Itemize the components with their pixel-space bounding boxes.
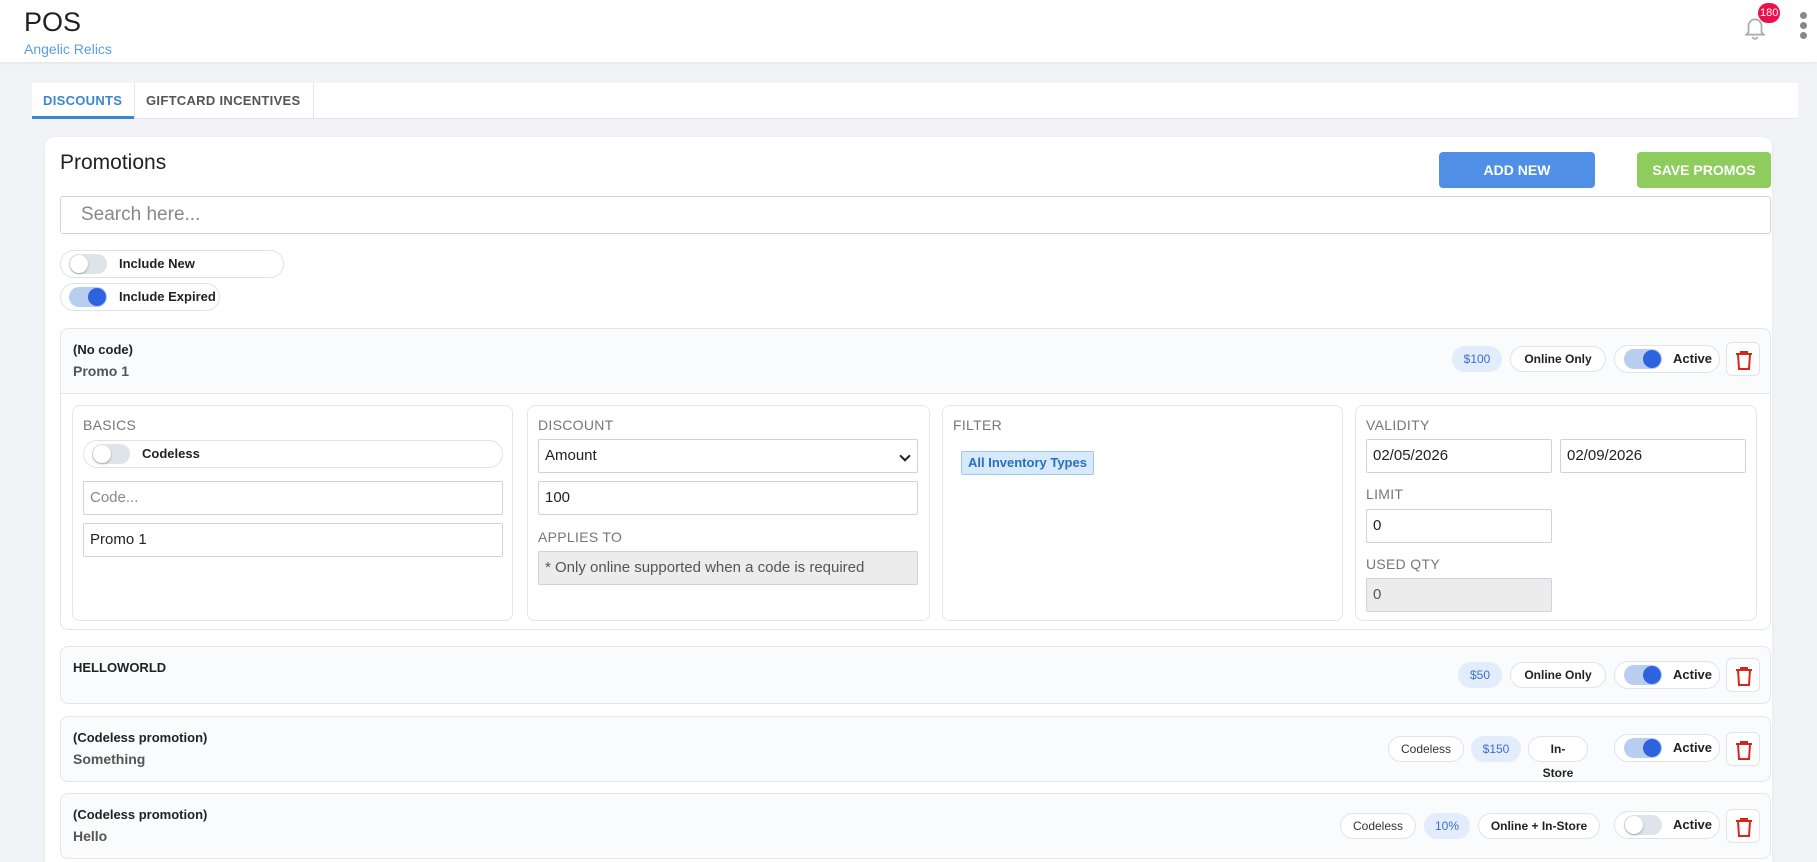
promotion-name: Promo 1 [73,363,130,379]
promotion-code: HELLOWORLD [73,660,167,675]
promotion-item[interactable]: (No code) Promo 1 $100 Online Only Activ… [60,328,1771,630]
add-new-promotion-button[interactable]: ADD NEW PROMOTION [1439,152,1595,214]
amount-badge: $100 [1452,346,1502,372]
amount-badge: 10% [1424,813,1470,839]
tab-bar: DISCOUNTS GIFTCARD INCENTIVES [32,83,1798,119]
promotion-item[interactable]: (Codeless promotion) Hello Codeless 10% … [60,793,1771,859]
discount-type-select[interactable]: Amount [538,439,918,473]
section-label: VALIDITY [1366,417,1430,433]
save-promos-button[interactable]: SAVE PROMOS [1637,152,1771,188]
channel-badge: Online + In-Store [1478,813,1600,839]
promotion-name-input[interactable]: Promo 1 [83,523,503,557]
toggle-label: Include Expired [119,289,216,304]
toggle-label: Codeless [142,446,200,461]
code-input[interactable]: Code... [83,481,503,515]
active-label: Active [1673,817,1713,832]
end-date-input[interactable]: 02/09/2026 [1560,439,1746,473]
channel-badge: In-Store [1528,736,1588,780]
promotion-item[interactable]: (Codeless promotion) Something Codeless … [60,716,1771,782]
active-label: Active [1673,740,1713,755]
amount-badge: $50 [1458,662,1502,688]
toggle-switch[interactable] [1624,738,1662,758]
promotion-code: (Codeless promotion) [73,730,208,745]
active-toggle[interactable]: Active [1614,345,1720,373]
codeless-badge: Codeless [1340,813,1416,839]
toggle-switch[interactable] [1624,815,1662,835]
discount-value-input[interactable]: 100 [538,481,918,515]
promotions-card: Promotions ADD NEW PROMOTION SAVE PROMOS… [45,137,1772,862]
top-bar: POS Angelic Relics 180 [0,0,1817,62]
active-toggle[interactable]: Active [1614,661,1720,689]
active-label: Active [1673,351,1713,366]
channel-badge: Online Only [1510,662,1606,688]
codeless-toggle[interactable]: Codeless [83,440,503,468]
promotion-code: (No code) [73,342,133,357]
delete-button[interactable] [1726,809,1760,843]
section-label: BASICS [83,417,137,433]
tab-giftcard-incentives[interactable]: GIFTCARD INCENTIVES [134,83,314,119]
include-expired-toggle[interactable]: Include Expired [60,283,220,311]
channel-badge: Online Only [1510,346,1606,372]
basics-section: BASICS Codeless Code... Promo 1 [72,405,513,621]
codeless-badge: Codeless [1388,736,1464,762]
toggle-switch[interactable] [1624,665,1662,685]
section-label: DISCOUNT [538,417,614,433]
notification-badge: 180 [1758,3,1781,23]
bell-icon [1742,18,1768,44]
toggle-switch[interactable] [1624,349,1662,369]
trash-icon [1736,741,1752,760]
filter-chip[interactable]: All Inventory Types [961,451,1094,475]
promotion-name: Something [73,751,146,767]
app-title: POS [24,7,82,37]
trash-icon [1736,351,1752,370]
toggle-switch[interactable] [92,444,130,464]
active-toggle[interactable]: Active [1614,811,1720,839]
promotion-item[interactable]: HELLOWORLD $50 Online Only Active [60,646,1771,704]
include-new-subscriptions-toggle[interactable]: Include New Subscriptions [60,250,284,297]
delete-button[interactable] [1726,658,1760,692]
active-label: Active [1673,667,1713,682]
more-vertical-icon[interactable] [1797,12,1809,46]
limit-input[interactable]: 0 [1366,509,1552,543]
promotion-details: BASICS Codeless Code... Promo 1 DISCOUNT… [61,393,1770,629]
trash-icon [1736,818,1752,837]
active-toggle[interactable]: Active [1614,734,1720,762]
used-qty-field: 0 [1366,578,1552,612]
promotion-name: Hello [73,828,108,844]
filter-section: FILTER All Inventory Types [942,405,1343,621]
store-name[interactable]: Angelic Relics [24,41,112,57]
section-label: APPLIES TO [538,529,623,545]
delete-button[interactable] [1726,342,1760,376]
section-label: FILTER [953,417,1002,433]
page-title: Promotions [60,151,167,174]
validity-section: VALIDITY 02/05/2026 02/09/2026 LIMIT 0 U… [1355,405,1757,621]
toggle-switch[interactable] [69,254,107,274]
toggle-switch[interactable] [69,287,107,307]
amount-badge: $150 [1471,736,1521,762]
promotion-code: (Codeless promotion) [73,807,208,822]
start-date-input[interactable]: 02/05/2026 [1366,439,1552,473]
delete-button[interactable] [1726,732,1760,766]
search-input[interactable]: Search here... [60,196,1771,234]
section-label: USED QTY [1366,556,1440,572]
trash-icon [1736,667,1752,686]
discount-section: DISCOUNT Amount 100 APPLIES TO * Only on… [527,405,930,621]
section-label: LIMIT [1366,486,1404,502]
applies-to-field: * Only online supported when a code is r… [538,551,918,585]
tab-discounts[interactable]: DISCOUNTS [32,83,134,119]
